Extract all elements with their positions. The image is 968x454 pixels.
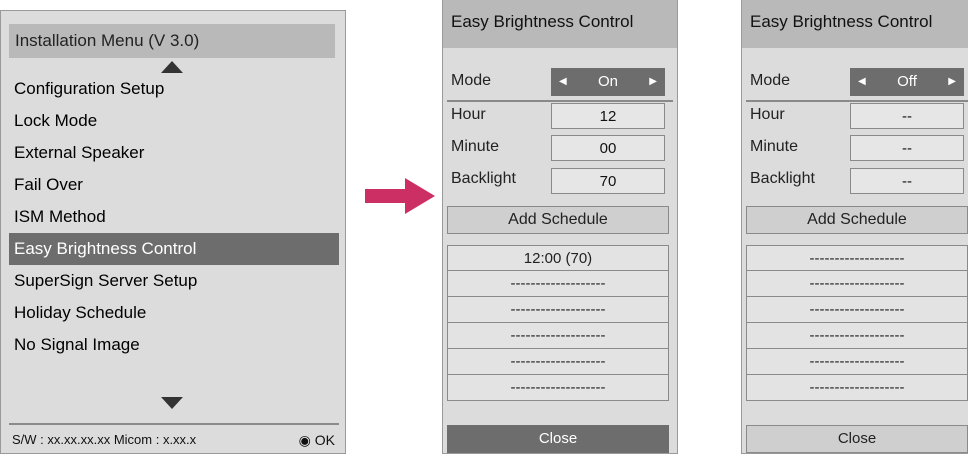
schedule-slot[interactable]: ------------------- bbox=[447, 297, 669, 323]
schedule-slot[interactable]: ------------------- bbox=[447, 375, 669, 401]
ebc-title: Easy Brightness Control bbox=[443, 0, 677, 48]
hour-label: Hour bbox=[451, 106, 486, 123]
installation-menu-list: Configuration Setup Lock Mode External S… bbox=[9, 73, 339, 361]
menu-item-ism-method[interactable]: ISM Method bbox=[9, 201, 339, 233]
mode-divider bbox=[746, 100, 968, 102]
menu-item-no-signal-image[interactable]: No Signal Image bbox=[9, 329, 339, 361]
add-schedule-button[interactable]: Add Schedule bbox=[447, 206, 669, 234]
add-schedule-button[interactable]: Add Schedule bbox=[746, 206, 968, 234]
right-arrow-icon[interactable]: ▶ bbox=[649, 68, 657, 96]
menu-item-lock-mode[interactable]: Lock Mode bbox=[9, 105, 339, 137]
ebc-panel-on: Easy Brightness Control Mode ◀ On ▶ Hour… bbox=[442, 0, 678, 454]
schedule-slot[interactable]: ------------------- bbox=[447, 271, 669, 297]
footer-divider bbox=[9, 423, 339, 425]
schedule-slot[interactable]: ------------------- bbox=[746, 375, 968, 401]
arrow-right-icon bbox=[365, 178, 435, 214]
backlight-label: Backlight bbox=[750, 170, 815, 187]
ebc-title: Easy Brightness Control bbox=[742, 0, 968, 48]
minute-label: Minute bbox=[451, 138, 500, 155]
schedule-slot[interactable]: ------------------- bbox=[447, 323, 669, 349]
backlight-label: Backlight bbox=[451, 170, 516, 187]
menu-item-configuration-setup[interactable]: Configuration Setup bbox=[9, 73, 339, 105]
mode-divider bbox=[447, 100, 673, 102]
schedule-list: 12:00 (70) ------------------- ---------… bbox=[447, 245, 669, 401]
close-button[interactable]: Close bbox=[746, 425, 968, 453]
mode-value: On bbox=[597, 73, 618, 90]
installation-menu-title: Installation Menu (V 3.0) bbox=[9, 24, 335, 58]
minute-label: Minute bbox=[750, 138, 799, 155]
schedule-slot[interactable]: ------------------- bbox=[746, 245, 968, 271]
ok-hint: ◉ OK bbox=[298, 432, 335, 448]
schedule-slot[interactable]: 12:00 (70) bbox=[447, 245, 669, 271]
left-arrow-icon[interactable]: ◀ bbox=[559, 68, 567, 96]
menu-footer: S/W : xx.xx.xx.xx Micom : x.xx.x ◉ OK bbox=[9, 428, 339, 452]
backlight-field[interactable]: -- bbox=[850, 168, 964, 194]
minute-field[interactable]: 00 bbox=[551, 135, 665, 161]
close-button[interactable]: Close bbox=[447, 425, 669, 453]
mode-selector[interactable]: ◀ On ▶ bbox=[551, 68, 665, 96]
hour-field[interactable]: -- bbox=[850, 103, 964, 129]
menu-item-holiday-schedule[interactable]: Holiday Schedule bbox=[9, 297, 339, 329]
backlight-field[interactable]: 70 bbox=[551, 168, 665, 194]
hour-field[interactable]: 12 bbox=[551, 103, 665, 129]
left-arrow-icon[interactable]: ◀ bbox=[858, 68, 866, 96]
mode-selector[interactable]: ◀ Off ▶ bbox=[850, 68, 964, 96]
scroll-up-icon[interactable] bbox=[161, 61, 183, 73]
ebc-panel-off: Easy Brightness Control Mode ◀ Off ▶ Hou… bbox=[741, 0, 968, 454]
schedule-slot[interactable]: ------------------- bbox=[746, 271, 968, 297]
hour-label: Hour bbox=[750, 106, 785, 123]
software-version: S/W : xx.xx.xx.xx Micom : x.xx.x bbox=[12, 432, 197, 447]
minute-field[interactable]: -- bbox=[850, 135, 964, 161]
right-arrow-icon[interactable]: ▶ bbox=[948, 68, 956, 96]
schedule-slot[interactable]: ------------------- bbox=[746, 297, 968, 323]
menu-item-easy-brightness-control[interactable]: Easy Brightness Control bbox=[9, 233, 339, 265]
installation-menu-panel: Installation Menu (V 3.0) Configuration … bbox=[0, 10, 346, 454]
mode-value: Off bbox=[897, 73, 917, 90]
scroll-down-icon[interactable] bbox=[161, 397, 183, 409]
mode-label: Mode bbox=[750, 72, 791, 89]
menu-item-external-speaker[interactable]: External Speaker bbox=[9, 137, 339, 169]
mode-label: Mode bbox=[451, 72, 492, 89]
schedule-slot[interactable]: ------------------- bbox=[447, 349, 669, 375]
menu-item-fail-over[interactable]: Fail Over bbox=[9, 169, 339, 201]
schedule-list: ------------------- ------------------- … bbox=[746, 245, 968, 401]
schedule-slot[interactable]: ------------------- bbox=[746, 323, 968, 349]
menu-item-supersign-server-setup[interactable]: SuperSign Server Setup bbox=[9, 265, 339, 297]
schedule-slot[interactable]: ------------------- bbox=[746, 349, 968, 375]
